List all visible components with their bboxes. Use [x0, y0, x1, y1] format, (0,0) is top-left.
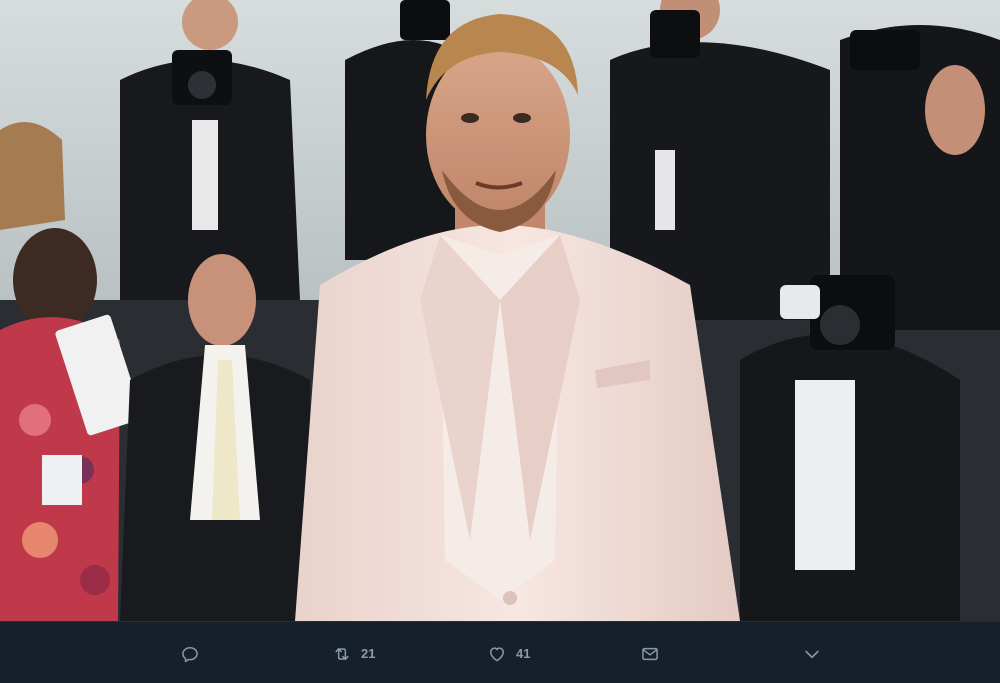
chevron-down-icon [805, 650, 819, 659]
mail-icon [642, 647, 658, 661]
retweet-icon [335, 647, 349, 661]
tweet-photo[interactable] [0, 0, 1000, 621]
reply-icon [182, 647, 198, 663]
heart-icon [490, 647, 504, 662]
like-count: 41 [516, 646, 531, 661]
tweet-action-bar: 21 41 [0, 621, 1000, 683]
more-options-button[interactable] [802, 642, 822, 666]
retweet-button[interactable]: 21 [332, 642, 375, 666]
tweet-media-view: 21 41 [0, 0, 1000, 683]
direct-message-button[interactable] [640, 642, 660, 666]
retweet-count: 21 [361, 646, 376, 661]
reply-button[interactable] [180, 642, 209, 666]
like-button[interactable]: 41 [487, 642, 530, 666]
photo-illustration [0, 0, 1000, 621]
